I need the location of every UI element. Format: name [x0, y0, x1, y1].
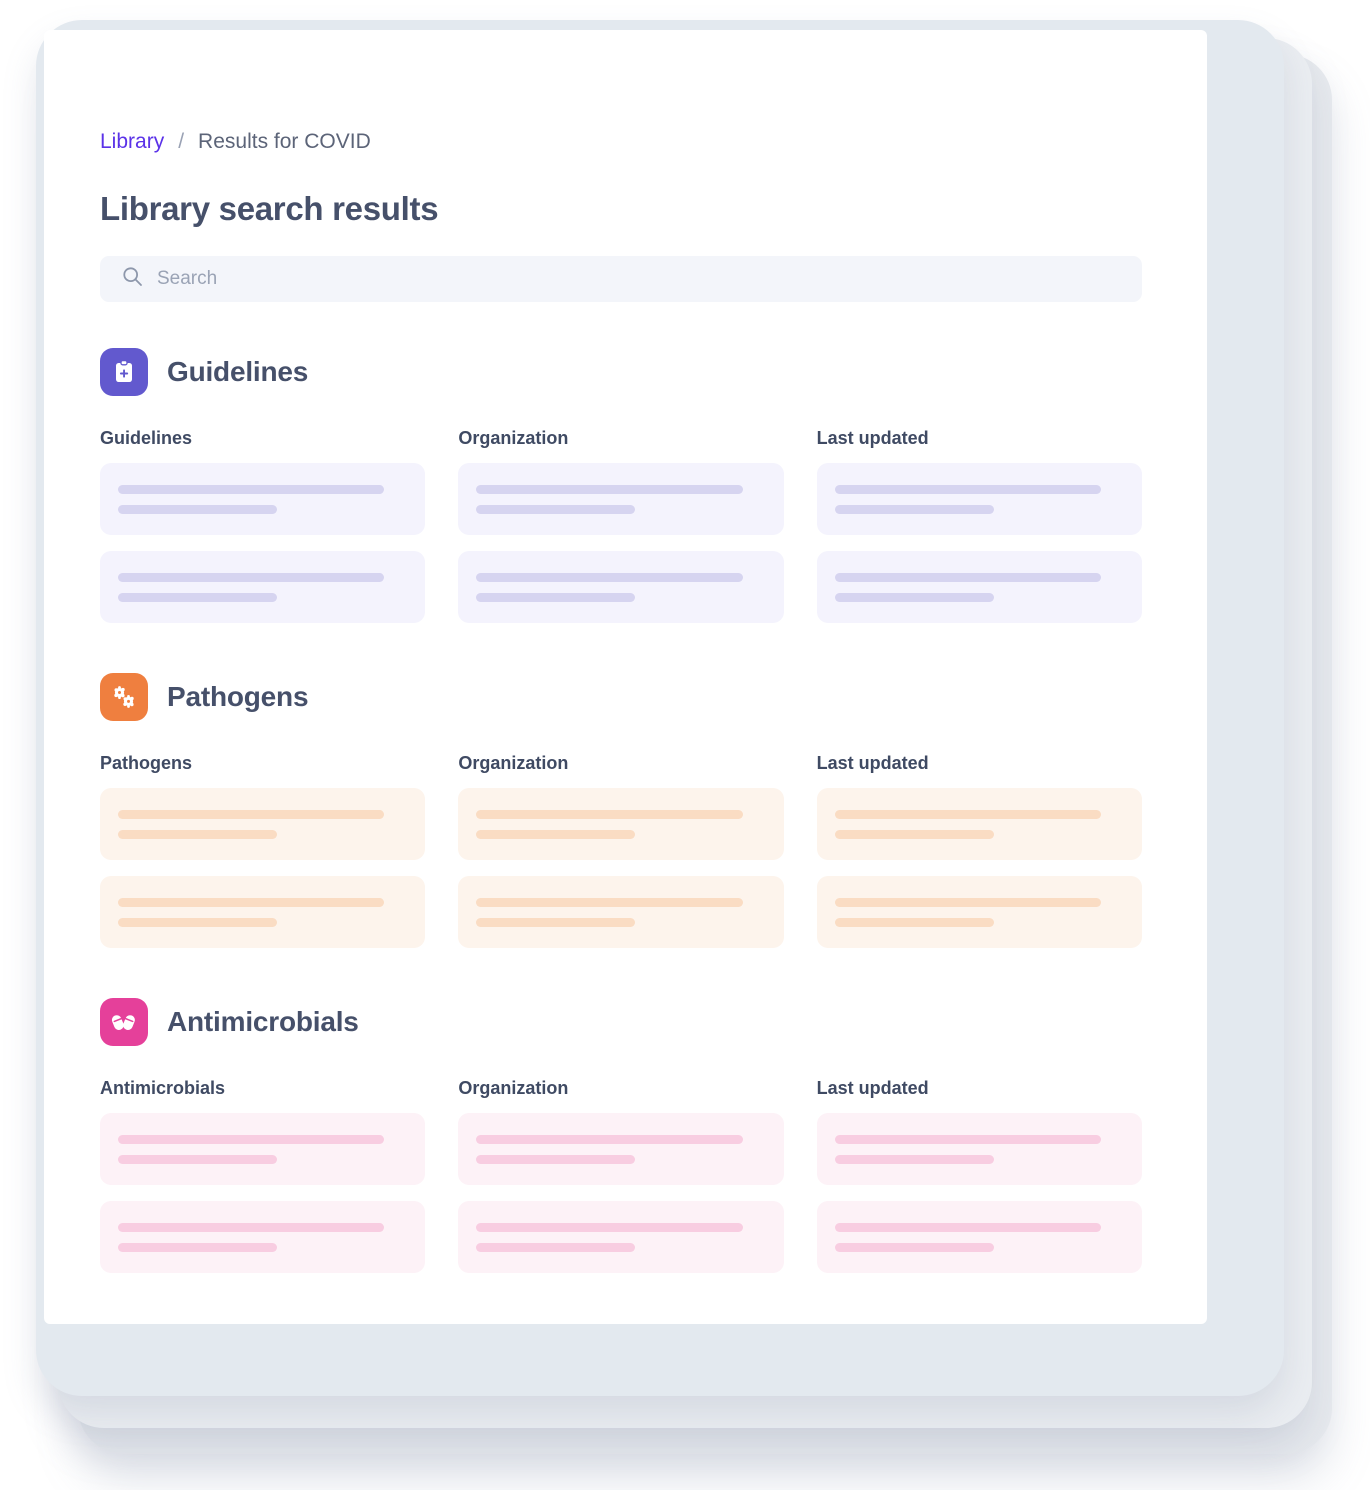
skeleton-bar-long — [834, 898, 1101, 907]
bacteria-icon — [100, 673, 148, 721]
column-header: Organization — [458, 1078, 569, 1098]
column-header: Last updated — [816, 428, 929, 448]
skeleton-bar-short — [834, 830, 994, 839]
skeleton-bar-long — [118, 1135, 385, 1144]
skeleton-bar-long — [834, 573, 1101, 582]
column-header: Organization — [458, 428, 569, 448]
skeleton-bar-long — [834, 810, 1101, 819]
breadcrumb-link-library[interactable]: Library — [100, 130, 164, 154]
skeleton-row[interactable] — [100, 788, 426, 860]
skeleton-bar-short — [834, 505, 994, 514]
search-input[interactable] — [157, 268, 1120, 290]
column-guidelines-organization: Organization — [458, 428, 784, 639]
column-pathogens-last-updated: Last updated — [816, 753, 1142, 964]
skeleton-row[interactable] — [816, 876, 1142, 948]
column-header: Organization — [458, 753, 569, 773]
skeleton-bar-long — [834, 485, 1101, 494]
column-antimicrobials-last-updated: Last updated — [816, 1078, 1142, 1289]
skeleton-bar-long — [118, 810, 385, 819]
skeleton-bar-long — [476, 1135, 743, 1144]
skeleton-bar-long — [834, 1223, 1101, 1232]
skeleton-row[interactable] — [100, 1201, 426, 1273]
column-header: Guidelines — [100, 428, 193, 448]
page-title: Library search results — [100, 190, 439, 227]
breadcrumb-current: Results for COVID — [198, 130, 371, 153]
column-antimicrobials-organization: Organization — [458, 1078, 784, 1289]
skeleton-bar-short — [834, 1243, 994, 1252]
skeleton-bar-short — [834, 593, 994, 602]
skeleton-row[interactable] — [458, 551, 784, 623]
skeleton-row[interactable] — [816, 1113, 1142, 1185]
section-title-antimicrobials: Antimicrobials — [167, 1006, 359, 1037]
section-antimicrobials: Antimicrobials Antimicrobials Organizati… — [100, 998, 1142, 1289]
skeleton-bar-long — [118, 1223, 385, 1232]
skeleton-row[interactable] — [816, 788, 1142, 860]
skeleton-row[interactable] — [458, 463, 784, 535]
results-grid-guidelines: Guidelines Organization Last updated — [100, 428, 1142, 639]
skeleton-bar-short — [118, 1155, 278, 1164]
column-guidelines-name: Guidelines — [100, 428, 426, 639]
skeleton-bar-long — [476, 573, 743, 582]
section-header-guidelines: Guidelines — [100, 348, 1142, 396]
column-guidelines-last-updated: Last updated — [816, 428, 1142, 639]
section-header-pathogens: Pathogens — [100, 673, 1142, 721]
skeleton-row[interactable] — [816, 1201, 1142, 1273]
skeleton-bar-long — [476, 1223, 743, 1232]
screenshot-stage: Library / Results for COVID Library sear… — [0, 0, 1370, 1490]
skeleton-bar-long — [118, 485, 385, 494]
skeleton-bar-short — [476, 593, 636, 602]
skeleton-bar-long — [118, 573, 385, 582]
skeleton-bar-short — [476, 918, 636, 927]
section-title-guidelines: Guidelines — [167, 356, 309, 387]
skeleton-bar-short — [118, 1243, 278, 1252]
skeleton-bar-long — [834, 1135, 1101, 1144]
column-header: Last updated — [816, 1078, 929, 1098]
app-panel: Library / Results for COVID Library sear… — [44, 30, 1207, 1324]
column-header: Pathogens — [100, 753, 193, 773]
skeleton-row[interactable] — [458, 1201, 784, 1273]
breadcrumb-separator: / — [178, 130, 185, 153]
skeleton-row[interactable] — [458, 1113, 784, 1185]
skeleton-bar-short — [476, 1155, 636, 1164]
skeleton-row[interactable] — [100, 876, 426, 948]
skeleton-bar-short — [476, 1243, 636, 1252]
skeleton-bar-short — [118, 830, 278, 839]
section-header-antimicrobials: Antimicrobials — [100, 998, 1142, 1046]
breadcrumb: Library / Results for COVID — [100, 130, 1142, 154]
search-bar[interactable] — [100, 256, 1142, 302]
skeleton-bar-long — [476, 485, 743, 494]
skeleton-bar-short — [476, 830, 636, 839]
skeleton-bar-long — [476, 898, 743, 907]
section-title-pathogens: Pathogens — [167, 681, 309, 712]
skeleton-bar-short — [118, 593, 278, 602]
column-pathogens-name: Pathogens — [100, 753, 426, 964]
skeleton-bar-short — [476, 505, 636, 514]
skeleton-bar-long — [476, 810, 743, 819]
skeleton-bar-short — [834, 918, 994, 927]
pills-icon — [100, 998, 148, 1046]
results-grid-pathogens: Pathogens Organization Last updated — [100, 753, 1142, 964]
skeleton-row[interactable] — [100, 1113, 426, 1185]
search-icon — [122, 266, 143, 292]
skeleton-row[interactable] — [100, 463, 426, 535]
skeleton-row[interactable] — [816, 463, 1142, 535]
clipboard-plus-icon — [100, 348, 148, 396]
skeleton-bar-short — [118, 918, 278, 927]
section-pathogens: Pathogens Pathogens Organization Last up… — [100, 673, 1142, 964]
page-content: Library / Results for COVID Library sear… — [100, 130, 1142, 1299]
skeleton-row[interactable] — [458, 876, 784, 948]
skeleton-bar-short — [118, 505, 278, 514]
skeleton-bar-long — [118, 898, 385, 907]
column-antimicrobials-name: Antimicrobials — [100, 1078, 426, 1289]
column-pathogens-organization: Organization — [458, 753, 784, 964]
column-header: Antimicrobials — [100, 1078, 226, 1098]
skeleton-row[interactable] — [458, 788, 784, 860]
results-grid-antimicrobials: Antimicrobials Organization Last updated — [100, 1078, 1142, 1289]
skeleton-bar-short — [834, 1155, 994, 1164]
column-header: Last updated — [816, 753, 929, 773]
skeleton-row[interactable] — [100, 551, 426, 623]
skeleton-row[interactable] — [816, 551, 1142, 623]
section-guidelines: Guidelines Guidelines Organization Last … — [100, 348, 1142, 639]
